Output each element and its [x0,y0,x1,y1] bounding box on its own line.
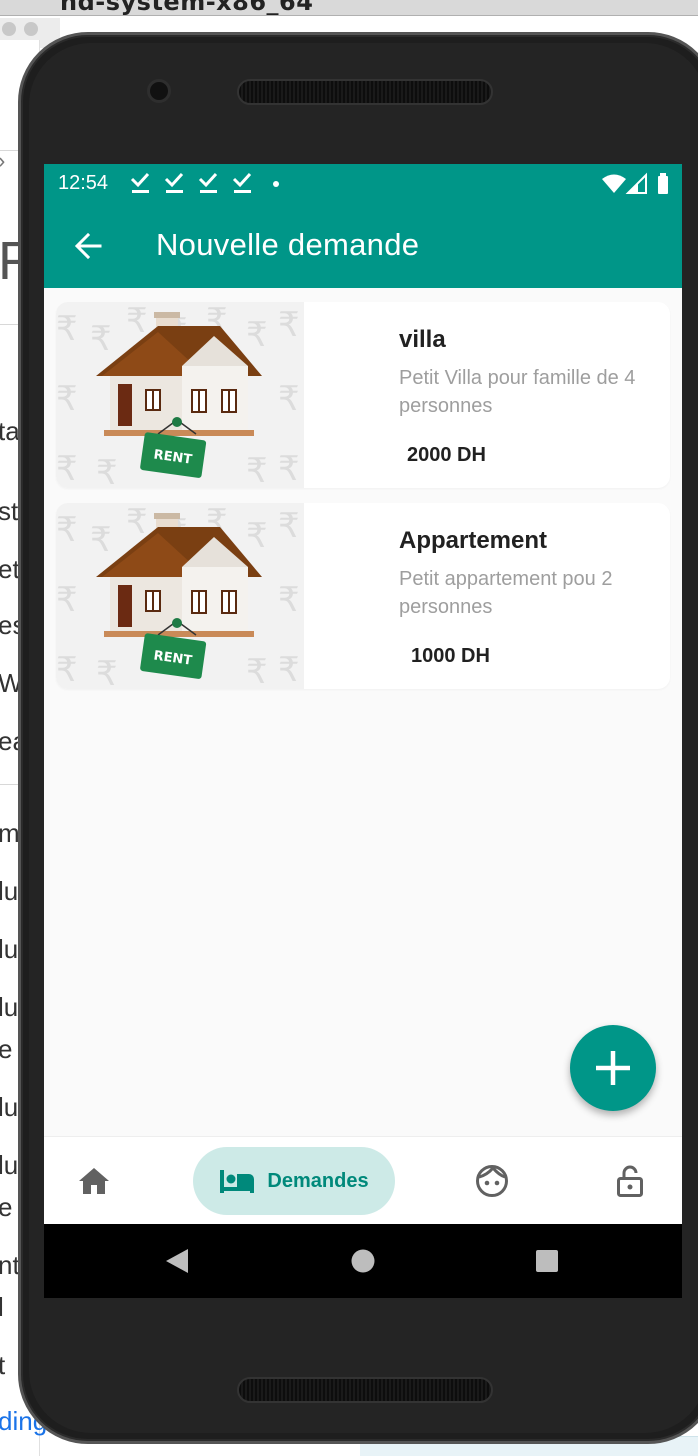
face-icon [476,1165,508,1197]
back-triangle-icon [166,1249,188,1273]
recents-square-icon [536,1250,558,1272]
listing-card[interactable]: ₹₹₹₹₹₹₹ ₹₹ ₹₹₹₹ [56,503,670,689]
home-icon [79,1168,109,1194]
device-screen: 12:54 Nouvelle demande ₹₹₹₹₹₹₹ ₹₹ [44,164,682,1298]
listing-description: Petit appartement pou 2 personnes [399,568,613,618]
house-for-rent-illustration: ₹₹₹₹₹₹₹ ₹₹ ₹₹₹₹ [56,302,300,488]
svg-text:₹: ₹ [56,650,78,689]
svg-text:₹: ₹ [278,449,300,488]
host-text-fragment: ta [0,416,20,446]
svg-text:₹: ₹ [56,379,78,419]
host-window-title: nd-system-x86_64 [60,0,314,16]
arrow-left-icon [74,232,102,260]
svg-text:₹: ₹ [278,379,300,419]
host-text-fragment: lu [0,934,19,964]
add-request-button[interactable] [570,1025,656,1111]
house-for-rent-illustration: ₹₹₹₹₹₹₹ ₹₹ ₹₹₹₹ [56,503,300,689]
check-download-icon [164,172,184,193]
host-text-fragment: l [0,1292,4,1322]
host-chevron-icon: › [0,148,5,174]
host-text-fragment: et [0,554,20,584]
svg-text:₹: ₹ [278,305,300,345]
system-navigation-bar [44,1224,682,1298]
listing-title: Appartement [399,527,548,554]
more-notifications-dot [273,181,279,187]
listing-price: 1000 DH [411,645,490,667]
svg-text:₹: ₹ [278,650,300,689]
listing-body: villa Petit Villa pour famille de 4 pers… [399,302,665,488]
svg-text:₹: ₹ [56,510,78,550]
status-right-icons [602,172,668,194]
host-window-titlebar: nd-system-x86_64 [0,0,698,16]
check-download-icon [198,172,218,193]
svg-text:₹: ₹ [56,449,78,488]
nav-item-profile[interactable] [464,1147,520,1215]
app-bar: Nouvelle demande [44,202,682,288]
host-text-fragment: nt [0,1250,20,1280]
svg-text:₹: ₹ [246,516,268,556]
listing-body: Appartement Petit appartement pou 2 pers… [399,503,665,689]
host-window-dot [2,22,16,36]
home-circle-icon [351,1249,375,1273]
svg-text:₹: ₹ [96,654,118,689]
host-text-fragment: st [0,496,19,526]
host-text-fragment: lu [0,1150,19,1180]
host-text-fragment: e [0,1034,13,1064]
status-bar: 12:54 [44,164,682,202]
host-text-fragment: e [0,1192,13,1222]
svg-text:₹: ₹ [246,315,268,355]
host-text-fragment: lu [0,876,19,906]
svg-text:₹: ₹ [278,506,300,546]
listing-image: ₹₹₹₹₹₹₹ ₹₹ ₹₹₹₹ [56,302,304,488]
svg-text:₹: ₹ [246,652,268,689]
system-back-button[interactable] [160,1244,194,1278]
bottom-speaker [237,1377,493,1403]
nav-item-demandes[interactable]: Demandes [193,1147,395,1215]
battery-icon [658,173,668,194]
svg-text:₹: ₹ [246,451,268,488]
check-download-icon [232,172,252,193]
nav-item-logout[interactable] [602,1147,658,1215]
system-recents-button[interactable] [530,1244,564,1278]
svg-text:₹: ₹ [90,520,112,560]
page-title: Nouvelle demande [156,227,420,262]
plus-icon [596,1051,630,1085]
bed-icon [220,1170,255,1193]
check-download-icon [130,172,150,193]
listing-image: ₹₹₹₹₹₹₹ ₹₹ ₹₹₹₹ [56,503,304,689]
host-text-fragment: lu [0,992,19,1022]
status-time: 12:54 [58,172,109,194]
host-text-fragment: m [0,818,20,848]
host-window-dot [24,22,38,36]
lock-open-icon [617,1165,643,1197]
svg-text:₹: ₹ [126,503,148,542]
top-speaker [237,79,493,105]
bottom-navigation: Demandes [44,1136,682,1224]
wifi-icon [602,174,626,193]
svg-text:₹: ₹ [126,302,148,341]
svg-text:₹: ₹ [96,453,118,488]
listing-price: 2000 DH [407,444,486,466]
front-camera [147,79,171,103]
listing-list: ₹₹₹₹₹₹₹ ₹₹ ₹₹₹₹ [56,302,670,704]
system-home-button[interactable] [346,1244,380,1278]
host-text-fragment: lu [0,1092,19,1122]
back-button[interactable] [66,224,110,268]
svg-text:₹: ₹ [278,580,300,620]
svg-text:₹: ₹ [56,309,78,349]
listing-title: villa [399,326,446,353]
nav-item-home[interactable] [66,1147,122,1215]
host-text-fragment: t [0,1350,6,1380]
nav-item-label: Demandes [267,1169,369,1192]
svg-text:₹: ₹ [90,319,112,359]
svg-text:₹: ₹ [56,580,78,620]
signal-icon [625,172,647,194]
listing-card[interactable]: ₹₹₹₹₹₹₹ ₹₹ ₹₹₹₹ [56,302,670,488]
listing-description: Petit Villa pour famille de 4 personnes [399,367,636,417]
